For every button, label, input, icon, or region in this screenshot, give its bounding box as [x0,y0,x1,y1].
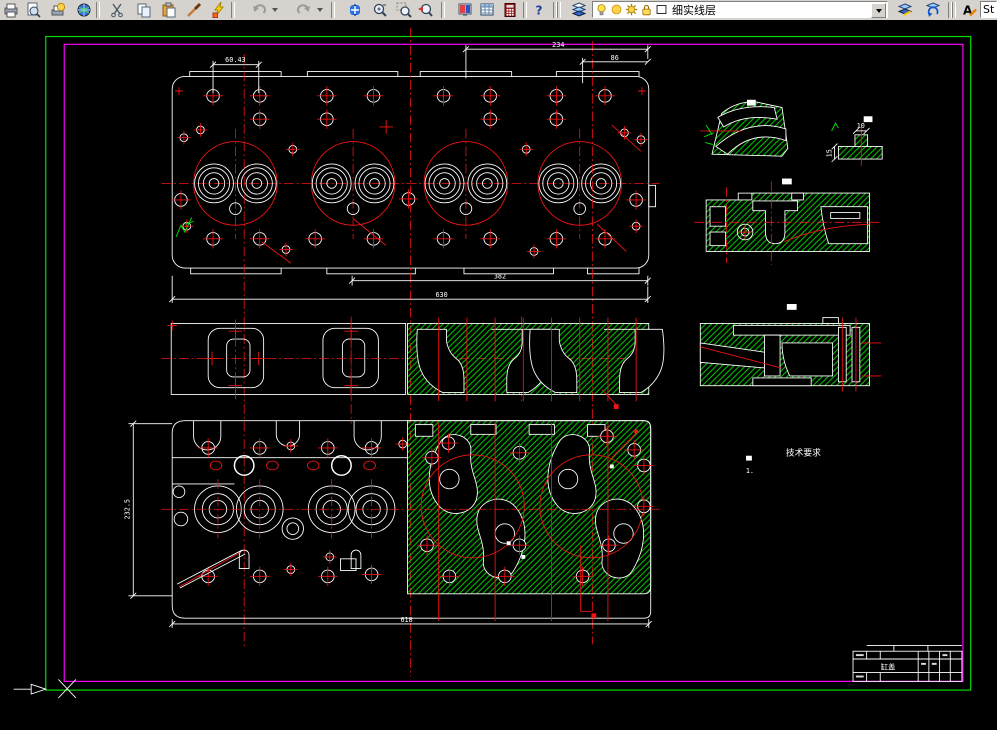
bottom-view-left [173,437,409,588]
origin-marker [14,679,76,697]
style-combo-value: St [983,3,994,16]
section-view-c [694,179,881,266]
layer-previous-icon[interactable] [924,1,942,19]
toolbar-separator [557,2,561,18]
bottom-view-section [161,421,659,621]
render-globe-icon[interactable] [75,1,93,19]
dim-width: 618 [400,616,412,624]
zoom-previous-icon[interactable] [416,1,434,19]
view-label [747,100,756,106]
view-label [864,116,873,122]
dim-height: 232.5 [123,499,131,519]
toolbar-separator [523,2,527,18]
svg-text:?: ? [536,4,543,18]
dim-top-right: 86 [611,54,619,62]
cad-application: ? 细实线层 A St [0,0,997,730]
pan-icon[interactable] [346,1,364,19]
zoom-window-icon[interactable] [395,1,413,19]
layer-combo-value: 细实线层 [672,2,716,18]
view-label [787,304,797,310]
match-properties-icon[interactable] [210,1,228,19]
print-preview-icon[interactable] [24,1,42,19]
detail-view-a [700,100,788,156]
tech-requirements-title: 技术要求 [786,447,821,459]
toolbar-separator [231,2,235,18]
hole-leaders [262,125,641,263]
display-screen-icon[interactable] [456,1,474,19]
text-style-icon[interactable]: A [960,1,978,19]
redo-icon[interactable] [295,1,313,19]
dim-top-left: 60.43 [225,56,245,64]
toolbar-separator [441,2,445,18]
copy-icon[interactable] [135,1,153,19]
dim-bottom-inner: 382 [494,273,506,281]
title-block: 缸盖 [853,645,962,681]
part-name: 缸盖 [881,663,896,672]
style-combo[interactable]: St [980,1,997,18]
toolbar-separator [952,2,956,18]
zoom-realtime-icon[interactable] [371,1,389,19]
help-icon[interactable]: ? [530,1,548,19]
section-view-d [700,304,881,392]
cut-icon[interactable] [108,1,126,19]
undo-icon[interactable] [250,1,268,19]
layers-icon[interactable] [570,1,588,19]
layer-translate-icon[interactable] [896,1,914,19]
format-painter-icon[interactable] [185,1,203,19]
color-swatch[interactable] [655,3,668,16]
toolbar-separator [331,2,335,18]
redo-caret[interactable] [317,8,323,12]
bottom-view: 232.5 618 [123,421,659,628]
mid-section-view [408,318,664,409]
layer-combo[interactable]: 细实线层 [592,1,888,18]
freeze-icon[interactable] [610,3,623,16]
view-label [782,179,792,185]
valve-seats [195,164,621,215]
dim-bottom-outer: 630 [435,291,447,299]
table-grid-icon[interactable] [478,1,496,19]
bolt-holes [171,86,648,258]
publish-icon[interactable] [49,1,67,19]
title-block-fine-text [856,654,947,677]
detail-view-b: 10 15 [826,116,883,166]
tech-requirements: 技术要求 1. [746,447,821,476]
printer-icon[interactable] [2,1,20,19]
dim-detail-top: 10 [857,122,865,130]
tech-requirements-item: 1. [746,467,754,475]
layer-combo-caret[interactable] [871,3,886,18]
undo-caret[interactable] [272,8,278,12]
lock-icon[interactable] [640,3,653,16]
drawing-canvas[interactable]: 60.43 234 86 382 630 [0,20,997,730]
bulb-icon[interactable] [595,3,608,16]
calculator-icon[interactable] [501,1,519,19]
toolbar-separator [96,2,100,18]
gear-icon[interactable] [625,3,638,16]
dim-detail-left: 15 [826,149,834,157]
dim-top: 234 [552,41,564,49]
toolbar: ? 细实线层 A St [0,0,997,21]
paste-icon[interactable] [160,1,178,19]
